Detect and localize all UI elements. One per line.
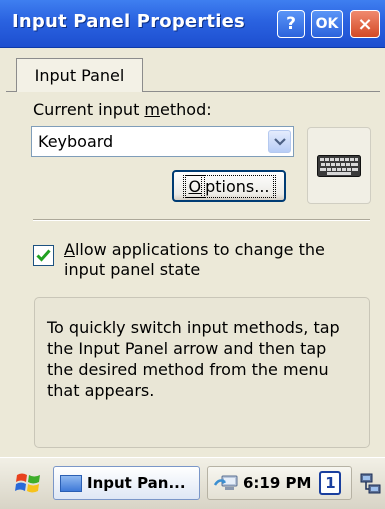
input-method-icon-box <box>307 127 371 204</box>
input-indicator-badge[interactable]: 1 <box>319 471 342 495</box>
checkmark-icon <box>36 249 51 262</box>
title-bar: Input Panel Properties ? OK × <box>0 0 385 48</box>
options-button-label: Options... <box>182 174 276 198</box>
keyboard-icon <box>317 154 361 177</box>
allow-change-checkbox[interactable] <box>33 245 54 266</box>
network-icon[interactable] <box>360 472 382 496</box>
input-method-select[interactable]: Keyboard <box>31 126 294 157</box>
info-box: To quickly switch input methods, tap the… <box>34 297 370 448</box>
options-button[interactable]: Options... <box>172 170 286 202</box>
chevron-down-icon <box>273 137 286 146</box>
input-method-label: Current input method: <box>33 100 212 119</box>
taskbar-item-input-panel[interactable]: Input Pan... <box>53 466 200 500</box>
taskbar: Input Pan... 6:19 PM 1 <box>0 457 385 509</box>
taskbar-item-label: Input Pan... <box>87 474 186 492</box>
windows-flag-icon[interactable] <box>14 469 42 497</box>
divider <box>33 219 370 221</box>
close-button[interactable]: × <box>350 10 380 38</box>
ok-button[interactable]: OK <box>311 10 343 38</box>
clock[interactable]: 6:19 PM <box>243 474 311 492</box>
allow-change-label[interactable]: Allow applications to change the input p… <box>64 240 364 280</box>
tab-input-panel[interactable]: Input Panel <box>16 58 143 92</box>
help-button[interactable]: ? <box>277 10 305 38</box>
sync-icon[interactable] <box>213 473 239 493</box>
info-text: To quickly switch input methods, tap the… <box>47 318 340 400</box>
window-title: Input Panel Properties <box>12 11 245 32</box>
window-app-icon <box>60 474 82 492</box>
system-tray: 6:19 PM 1 <box>207 466 352 500</box>
dropdown-arrow-button[interactable] <box>268 130 291 153</box>
input-method-value: Keyboard <box>38 132 114 151</box>
